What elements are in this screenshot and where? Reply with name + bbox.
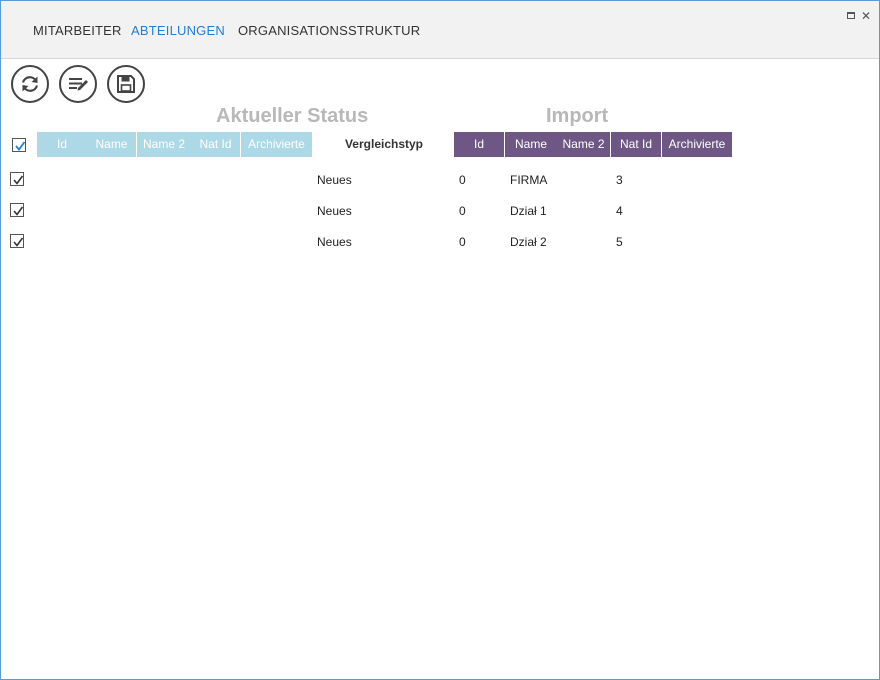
import-header-archived[interactable]: Archivierte <box>662 132 732 157</box>
import-header-name[interactable]: Name <box>505 132 557 157</box>
row-checkbox[interactable] <box>10 203 24 217</box>
section-title-current-status: Aktueller Status <box>216 105 369 127</box>
row-import-name: Dział 2 <box>510 235 547 249</box>
maximize-icon[interactable] <box>845 10 857 22</box>
refresh-icon <box>21 76 39 92</box>
row-import-id: 0 <box>459 173 466 187</box>
close-icon[interactable]: ✕ <box>860 10 872 22</box>
row-import-nat-id: 5 <box>616 235 623 249</box>
tab-mitarbeiter[interactable]: MITARBEITER <box>33 23 122 38</box>
top-navigation-bar: MITARBEITER ABTEILUNGEN ORGANISATIONSSTR… <box>1 1 879 59</box>
row-import-nat-id: 4 <box>616 204 623 218</box>
save-button[interactable] <box>107 65 145 103</box>
import-header-name2[interactable]: Name 2 <box>557 132 611 157</box>
save-icon <box>117 75 135 93</box>
checkmark-icon <box>13 206 24 216</box>
row-compare-type: Neues <box>317 173 352 187</box>
section-title-import: Import <box>546 105 609 127</box>
current-header-nat-id[interactable]: Nat Id <box>191 132 241 157</box>
row-checkbox[interactable] <box>10 234 24 248</box>
row-import-id: 0 <box>459 235 466 249</box>
select-all-checkbox[interactable] <box>12 138 26 152</box>
checkmark-icon <box>13 237 24 247</box>
row-import-id: 0 <box>459 204 466 218</box>
row-import-name: FIRMA <box>510 173 548 187</box>
refresh-button[interactable] <box>11 65 49 103</box>
row-compare-type: Neues <box>317 204 352 218</box>
edit-list-button[interactable] <box>59 65 97 103</box>
checkmark-icon <box>13 175 24 185</box>
import-header-id[interactable]: Id <box>454 132 505 157</box>
compare-type-header[interactable]: Vergleichstyp <box>332 132 436 157</box>
tab-organisationsstruktur[interactable]: ORGANISATIONSSTRUKTUR <box>238 23 420 38</box>
checkmark-icon <box>15 141 26 151</box>
app-window: MITARBEITER ABTEILUNGEN ORGANISATIONSSTR… <box>0 0 880 680</box>
row-import-name: Dział 1 <box>510 204 547 218</box>
current-header-id[interactable]: Id <box>37 132 87 157</box>
tab-abteilungen[interactable]: ABTEILUNGEN <box>131 23 225 38</box>
current-header-name2[interactable]: Name 2 <box>137 132 191 157</box>
row-compare-type: Neues <box>317 235 352 249</box>
current-header-archived[interactable]: Archivierte <box>241 132 312 157</box>
edit-list-icon <box>69 78 88 91</box>
row-checkbox[interactable] <box>10 172 24 186</box>
row-import-nat-id: 3 <box>616 173 623 187</box>
current-header-name[interactable]: Name <box>87 132 137 157</box>
import-header-nat-id[interactable]: Nat Id <box>611 132 662 157</box>
